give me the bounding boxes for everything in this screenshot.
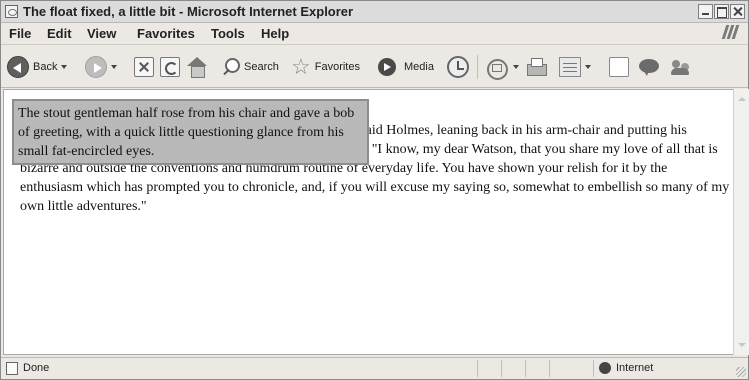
close-icon[interactable]	[730, 4, 745, 19]
standard-toolbar: Back Search ☆ Favorites Media	[1, 46, 748, 88]
print-button[interactable]	[525, 54, 547, 80]
home-icon	[186, 57, 208, 78]
windows-logo-icon	[720, 25, 740, 42]
media-icon	[376, 57, 400, 77]
contacts-button[interactable]	[669, 54, 693, 80]
menu-view[interactable]: View	[87, 26, 116, 41]
forward-button[interactable]	[85, 54, 117, 80]
floated-box: The stout gentleman half rose from his c…	[12, 99, 369, 165]
resize-grip-icon[interactable]	[736, 367, 746, 377]
toolbar-separator	[477, 54, 478, 80]
stop-button[interactable]	[134, 54, 154, 80]
favorites-label: Favorites	[314, 61, 360, 73]
edit-page-icon	[559, 57, 581, 77]
maximize-icon[interactable]	[714, 4, 729, 19]
chevron-down-icon[interactable]	[111, 65, 117, 69]
favorites-button[interactable]: ☆ Favorites	[291, 54, 360, 80]
status-divider	[477, 360, 478, 377]
history-button[interactable]	[447, 54, 469, 80]
print-icon	[525, 57, 547, 77]
media-button[interactable]: Media	[376, 54, 434, 80]
back-arrow-icon	[7, 56, 29, 78]
status-text: Done	[23, 362, 50, 374]
status-divider	[593, 360, 594, 377]
vertical-scrollbar[interactable]	[733, 89, 749, 355]
mail-button[interactable]	[485, 54, 519, 80]
search-icon	[220, 57, 240, 77]
menu-edit[interactable]: Edit	[47, 26, 72, 41]
history-icon	[447, 56, 469, 78]
discuss-icon	[609, 57, 629, 77]
ie-page-icon	[5, 5, 18, 18]
media-label: Media	[404, 61, 434, 73]
internet-zone-icon	[599, 362, 611, 374]
minimize-icon[interactable]	[698, 4, 713, 19]
title-bar[interactable]: The float fixed, a little bit - Microsof…	[1, 1, 748, 23]
status-divider	[525, 360, 526, 377]
menu-help[interactable]: Help	[261, 26, 289, 41]
stop-icon	[134, 57, 154, 77]
back-label: Back	[33, 61, 58, 73]
window-title: The float fixed, a little bit - Microsof…	[23, 4, 354, 19]
status-bar: Done Internet	[1, 357, 748, 379]
contacts-icon	[669, 56, 693, 78]
chevron-down-icon[interactable]	[61, 65, 68, 69]
status-divider	[501, 360, 502, 377]
menu-favorites[interactable]: Favorites	[137, 26, 195, 41]
home-button[interactable]	[186, 54, 208, 80]
page-status-icon	[6, 362, 18, 375]
messenger-bubble-icon	[638, 58, 660, 76]
refresh-icon	[160, 57, 180, 77]
mail-icon	[485, 56, 509, 80]
menu-tools[interactable]: Tools	[211, 26, 245, 41]
search-label: Search	[244, 61, 279, 73]
status-divider	[549, 360, 550, 377]
security-zone-label: Internet	[616, 362, 654, 374]
search-button[interactable]: Search	[220, 54, 279, 80]
back-button[interactable]: Back	[7, 54, 68, 80]
discuss-button[interactable]	[609, 54, 629, 80]
menu-bar: File Edit View Favorites Tools Help	[1, 23, 748, 45]
refresh-button[interactable]	[160, 54, 180, 80]
messenger-button[interactable]	[638, 54, 660, 80]
chevron-down-icon[interactable]	[585, 65, 591, 69]
scroll-down-icon[interactable]	[734, 337, 749, 353]
scroll-up-icon[interactable]	[734, 91, 749, 107]
browser-window: The float fixed, a little bit - Microsof…	[0, 0, 749, 380]
menu-file[interactable]: File	[9, 26, 31, 41]
window-controls	[698, 4, 745, 19]
forward-arrow-icon	[85, 56, 107, 78]
favorites-star-icon: ☆	[291, 54, 311, 79]
chevron-down-icon[interactable]	[513, 65, 519, 69]
edit-button[interactable]	[559, 54, 591, 80]
